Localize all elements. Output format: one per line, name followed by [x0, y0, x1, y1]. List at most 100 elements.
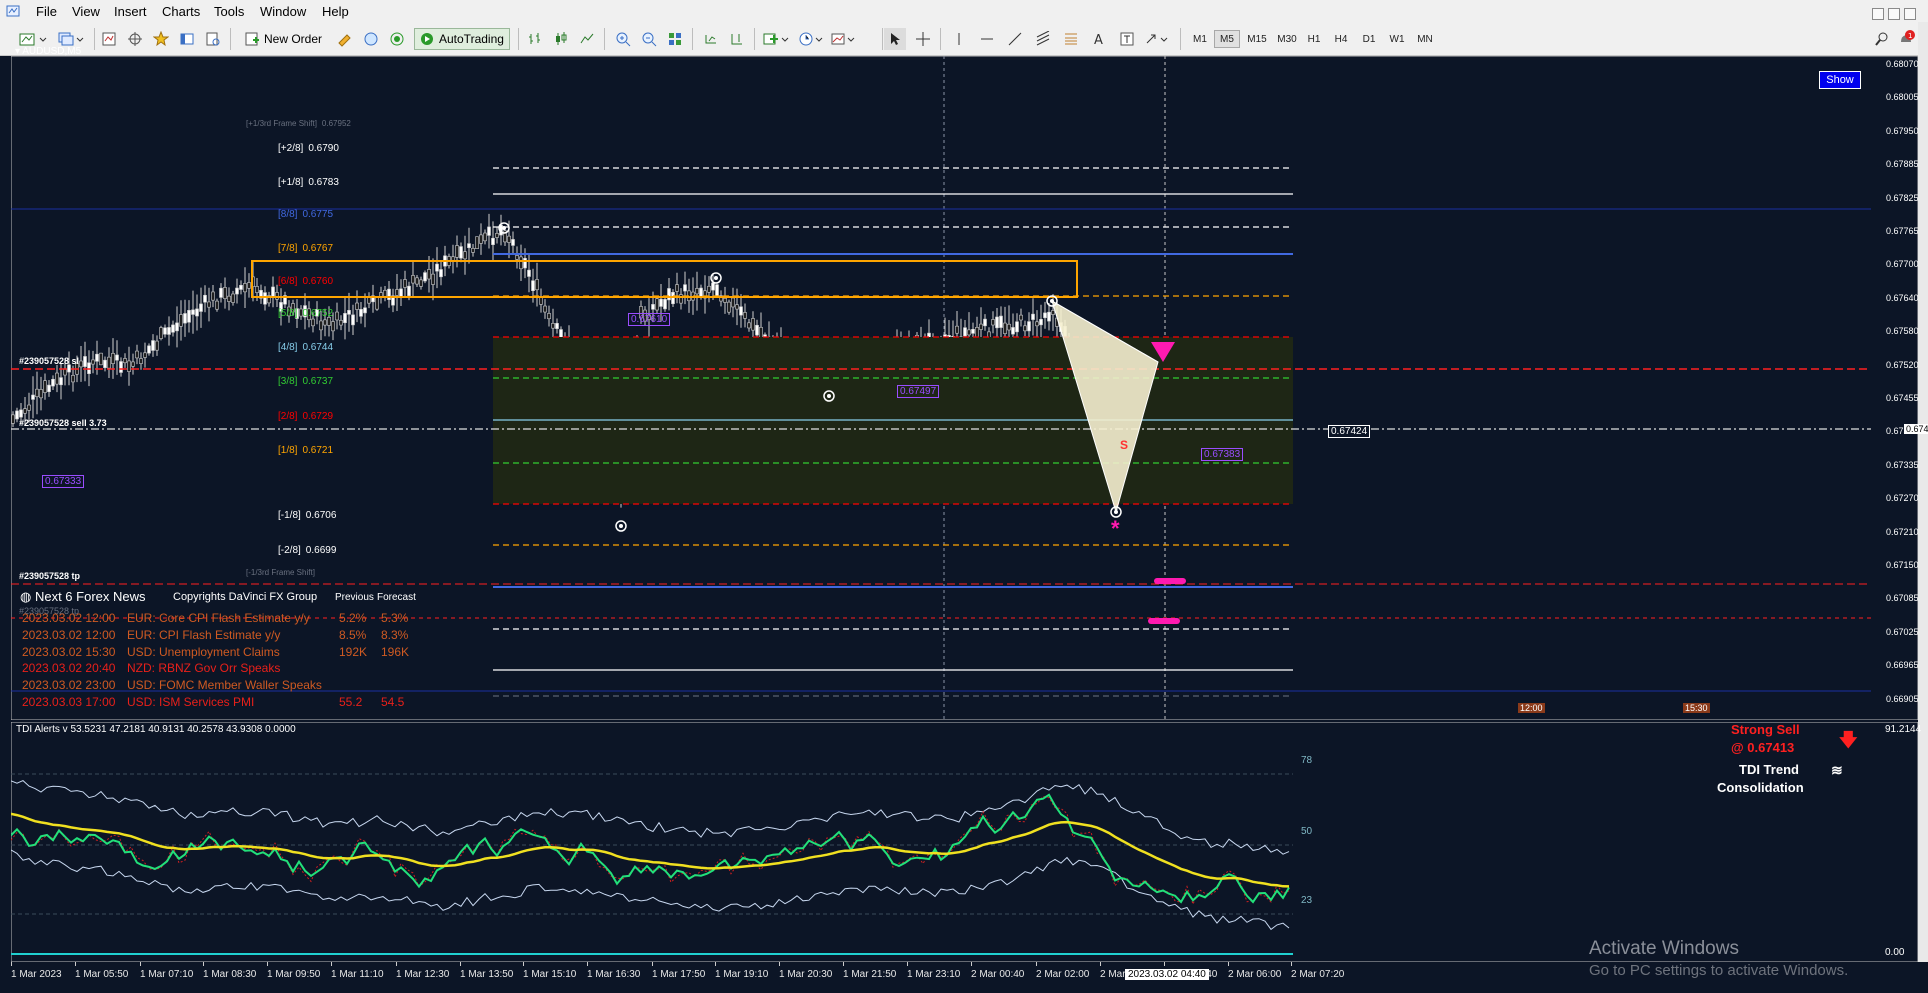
- session-tag-1530: 15:30: [1683, 703, 1710, 713]
- murrey-level-9: [2/8] 0.6729: [278, 411, 333, 422]
- murrey-level-name: [+1/3rd Frame Shift]: [246, 119, 317, 128]
- show-button[interactable]: Show: [1819, 71, 1861, 89]
- time-axis-label: 1 Mar 12:30: [396, 969, 450, 980]
- price-chart[interactable]: ▾ AUDUSD,M5 0.68070 0.68005 0.67950 0.67885…: [11, 46, 1928, 720]
- bar-chart-icon[interactable]: [524, 28, 546, 50]
- close-icon[interactable]: [1904, 8, 1916, 20]
- restore-icon[interactable]: [1888, 8, 1900, 20]
- news-previous: 5.2%: [339, 611, 367, 625]
- menu-window[interactable]: Window: [260, 4, 306, 19]
- cursor-icon[interactable]: [884, 28, 906, 50]
- market-icon[interactable]: [360, 28, 382, 50]
- trendline-icon[interactable]: [1004, 28, 1026, 50]
- vertical-line-icon[interactable]: [948, 28, 970, 50]
- tf-m15[interactable]: M15: [1242, 30, 1272, 48]
- strategy-tester-icon[interactable]: [202, 28, 224, 50]
- news-header: ◍ Next 6 Forex News: [20, 589, 146, 604]
- tdi-level-78: 78: [1301, 755, 1313, 766]
- tdi-title: TDI Alerts v 53.5231 47.2181 40.9131 40.…: [16, 724, 296, 735]
- time-axis-label: 2 Mar: [1100, 969, 1126, 980]
- tdi-signal: Strong Sell: [1731, 722, 1800, 737]
- indicators-button[interactable]: [760, 28, 792, 50]
- price-box-low: 0.67333: [42, 475, 85, 488]
- time-axis-label: 1 Mar 23:10: [907, 969, 961, 980]
- metaeditor-icon[interactable]: [334, 28, 356, 50]
- menu-help[interactable]: Help: [322, 4, 349, 19]
- murrey-level-name: [3/8]: [278, 376, 298, 387]
- price-axis-label: 0.67335: [1886, 459, 1919, 470]
- menu-insert[interactable]: Insert: [114, 4, 147, 19]
- candlestick-icon[interactable]: [550, 28, 572, 50]
- price-box-high: 0.67610: [628, 313, 671, 326]
- terminal-icon[interactable]: [176, 28, 198, 50]
- murrey-level-value: 0.6729: [302, 411, 334, 422]
- news-event: USD: Unemployment Claims: [127, 644, 280, 659]
- murrey-level-value: 0.6744: [302, 342, 334, 353]
- menu-charts[interactable]: Charts: [162, 4, 200, 19]
- app-icon: [6, 5, 20, 17]
- news-col-forecast: Forecast: [377, 592, 416, 603]
- tdi-axis-max: 91.2144: [1885, 724, 1922, 735]
- text-label-icon[interactable]: [1116, 28, 1138, 50]
- murrey-level-name: [-1/8]: [278, 510, 301, 521]
- tile-windows-icon[interactable]: [664, 28, 686, 50]
- tf-h1[interactable]: H1: [1302, 30, 1326, 48]
- watermark-line2: Go to PC settings to activate Windows.: [1589, 962, 1849, 979]
- periods-button[interactable]: [796, 28, 826, 50]
- zoom-in-icon[interactable]: [612, 28, 634, 50]
- chart-shift-icon[interactable]: [726, 28, 748, 50]
- text-icon[interactable]: A: [1088, 28, 1110, 50]
- tf-w1[interactable]: W1: [1384, 30, 1410, 48]
- vertical-scrollbar[interactable]: [1918, 22, 1928, 993]
- price-axis-label: 0.67700: [1886, 259, 1919, 270]
- menu-view[interactable]: View: [72, 4, 100, 19]
- crosshair-navigator-icon[interactable]: [124, 28, 146, 50]
- tf-mn[interactable]: MN: [1412, 30, 1438, 48]
- murrey-level-value: 0.6706: [305, 510, 337, 521]
- favorites-icon[interactable]: [150, 28, 172, 50]
- news-forecast: 5.3%: [381, 611, 409, 625]
- minimize-icon[interactable]: [1872, 8, 1884, 20]
- new-order-button[interactable]: New Order: [244, 28, 334, 50]
- tf-d1[interactable]: D1: [1356, 30, 1382, 48]
- tf-m30[interactable]: M30: [1272, 30, 1302, 48]
- zoom-out-icon[interactable]: [638, 28, 660, 50]
- fibonacci-icon[interactable]: [1060, 28, 1082, 50]
- tf-m1[interactable]: M1: [1188, 30, 1212, 48]
- time-axis-label: 1 Mar 15:10: [523, 969, 577, 980]
- murrey-level-name: [2/8]: [278, 411, 298, 422]
- search-icon[interactable]: [1872, 28, 1892, 50]
- signals-icon[interactable]: [386, 28, 408, 50]
- murrey-level-value: 0.6737: [302, 376, 334, 387]
- tf-m5[interactable]: M5: [1214, 30, 1240, 48]
- news-col-previous: Previous: [335, 592, 374, 603]
- menu-tools[interactable]: Tools: [214, 4, 244, 19]
- price-axis-label: 0.67025: [1886, 626, 1919, 637]
- price-axis-label: 0.67825: [1886, 192, 1919, 203]
- tdi-indicator-pane[interactable]: TDI Alerts v 53.5231 47.2181 40.9131 40.…: [11, 722, 1922, 962]
- menu-file[interactable]: File: [36, 4, 57, 19]
- templates-button[interactable]: [828, 28, 858, 50]
- notification-icon[interactable]: 1: [1896, 28, 1916, 50]
- murrey-level-name: [-1/3rd Frame Shift]: [246, 568, 315, 577]
- crosshair-icon[interactable]: [912, 28, 934, 50]
- tdi-trend-state: Consolidation: [1717, 780, 1804, 795]
- murrey-level-value: 0.67952: [321, 119, 351, 128]
- murrey-level-name: [5/8]: [278, 308, 298, 319]
- news-event: USD: FOMC Member Waller Speaks: [127, 678, 322, 693]
- symbol-label: ▾ AUDUSD,M5: [15, 46, 82, 57]
- channel-icon[interactable]: [1032, 28, 1054, 50]
- market-watch-icon[interactable]: [98, 28, 120, 50]
- line-chart-icon[interactable]: [576, 28, 598, 50]
- autotrading-button[interactable]: AutoTrading: [414, 28, 510, 50]
- tf-h4[interactable]: H4: [1328, 30, 1354, 48]
- price-axis-label: 0.67210: [1886, 526, 1919, 537]
- pattern-s-label: S: [1120, 438, 1129, 452]
- price-axis-label: 0.67520: [1886, 359, 1919, 370]
- new-order-label: New Order: [264, 32, 323, 46]
- horizontal-line-icon[interactable]: [976, 28, 998, 50]
- murrey-level-3: [8/8] 0.6775: [278, 209, 333, 220]
- arrows-button[interactable]: [1142, 28, 1172, 50]
- auto-scroll-icon[interactable]: [700, 28, 722, 50]
- price-axis-label: 0.66905: [1886, 693, 1919, 704]
